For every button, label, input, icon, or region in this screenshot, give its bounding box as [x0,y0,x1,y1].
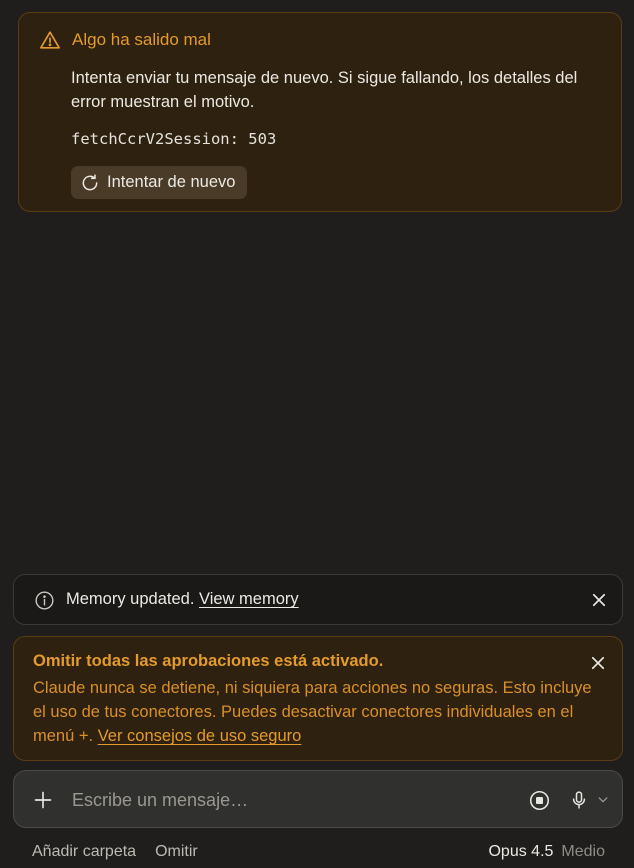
memory-message: Memory updated. View memory [66,590,299,609]
error-card: Algo ha salido mal Intenta enviar tu men… [18,12,622,212]
warning-title: Omitir todas las aprobaciones está activ… [33,652,384,670]
memory-notification: Memory updated. View memory [13,574,623,625]
microphone-icon[interactable] [569,789,589,811]
skip-approvals-warning: Omitir todas las aprobaciones está activ… [13,636,623,761]
memory-status-text: Memory updated. [66,590,195,608]
effort-level: Medio [561,843,605,860]
model-name: Opus 4.5 [488,843,554,860]
close-icon[interactable] [590,591,608,609]
refresh-icon [82,173,98,190]
footer-actions: Añadir carpeta Omitir [32,843,198,861]
stop-icon[interactable] [529,790,550,811]
plus-icon[interactable] [33,790,53,810]
error-code: fetchCcrV2Session: 503 [71,130,277,148]
warning-body: Claude nunca se detiene, ni siquiera par… [33,676,593,748]
close-icon[interactable] [589,654,607,672]
info-icon [35,591,54,610]
add-folder-button[interactable]: Añadir carpeta [32,843,136,861]
warning-period: . [88,727,94,745]
error-title: Algo ha salido mal [72,30,211,49]
warning-triangle-icon [40,31,60,49]
safety-tips-link[interactable]: Ver consejos de uso seguro [98,727,302,745]
error-header: Algo ha salido mal [39,29,211,51]
skip-button[interactable]: Omitir [155,843,198,861]
view-memory-link[interactable]: View memory [199,590,299,608]
chevron-down-icon[interactable] [598,796,608,804]
plus-menu-symbol: + [78,727,89,745]
model-selector[interactable]: Opus 4.5 Medio [488,843,605,861]
message-composer [13,770,623,828]
message-input[interactable] [70,785,514,815]
retry-button[interactable]: Intentar de nuevo [71,166,248,199]
retry-label: Intentar de nuevo [107,173,236,191]
error-message: Intenta enviar tu mensaje de nuevo. Si s… [71,69,578,111]
